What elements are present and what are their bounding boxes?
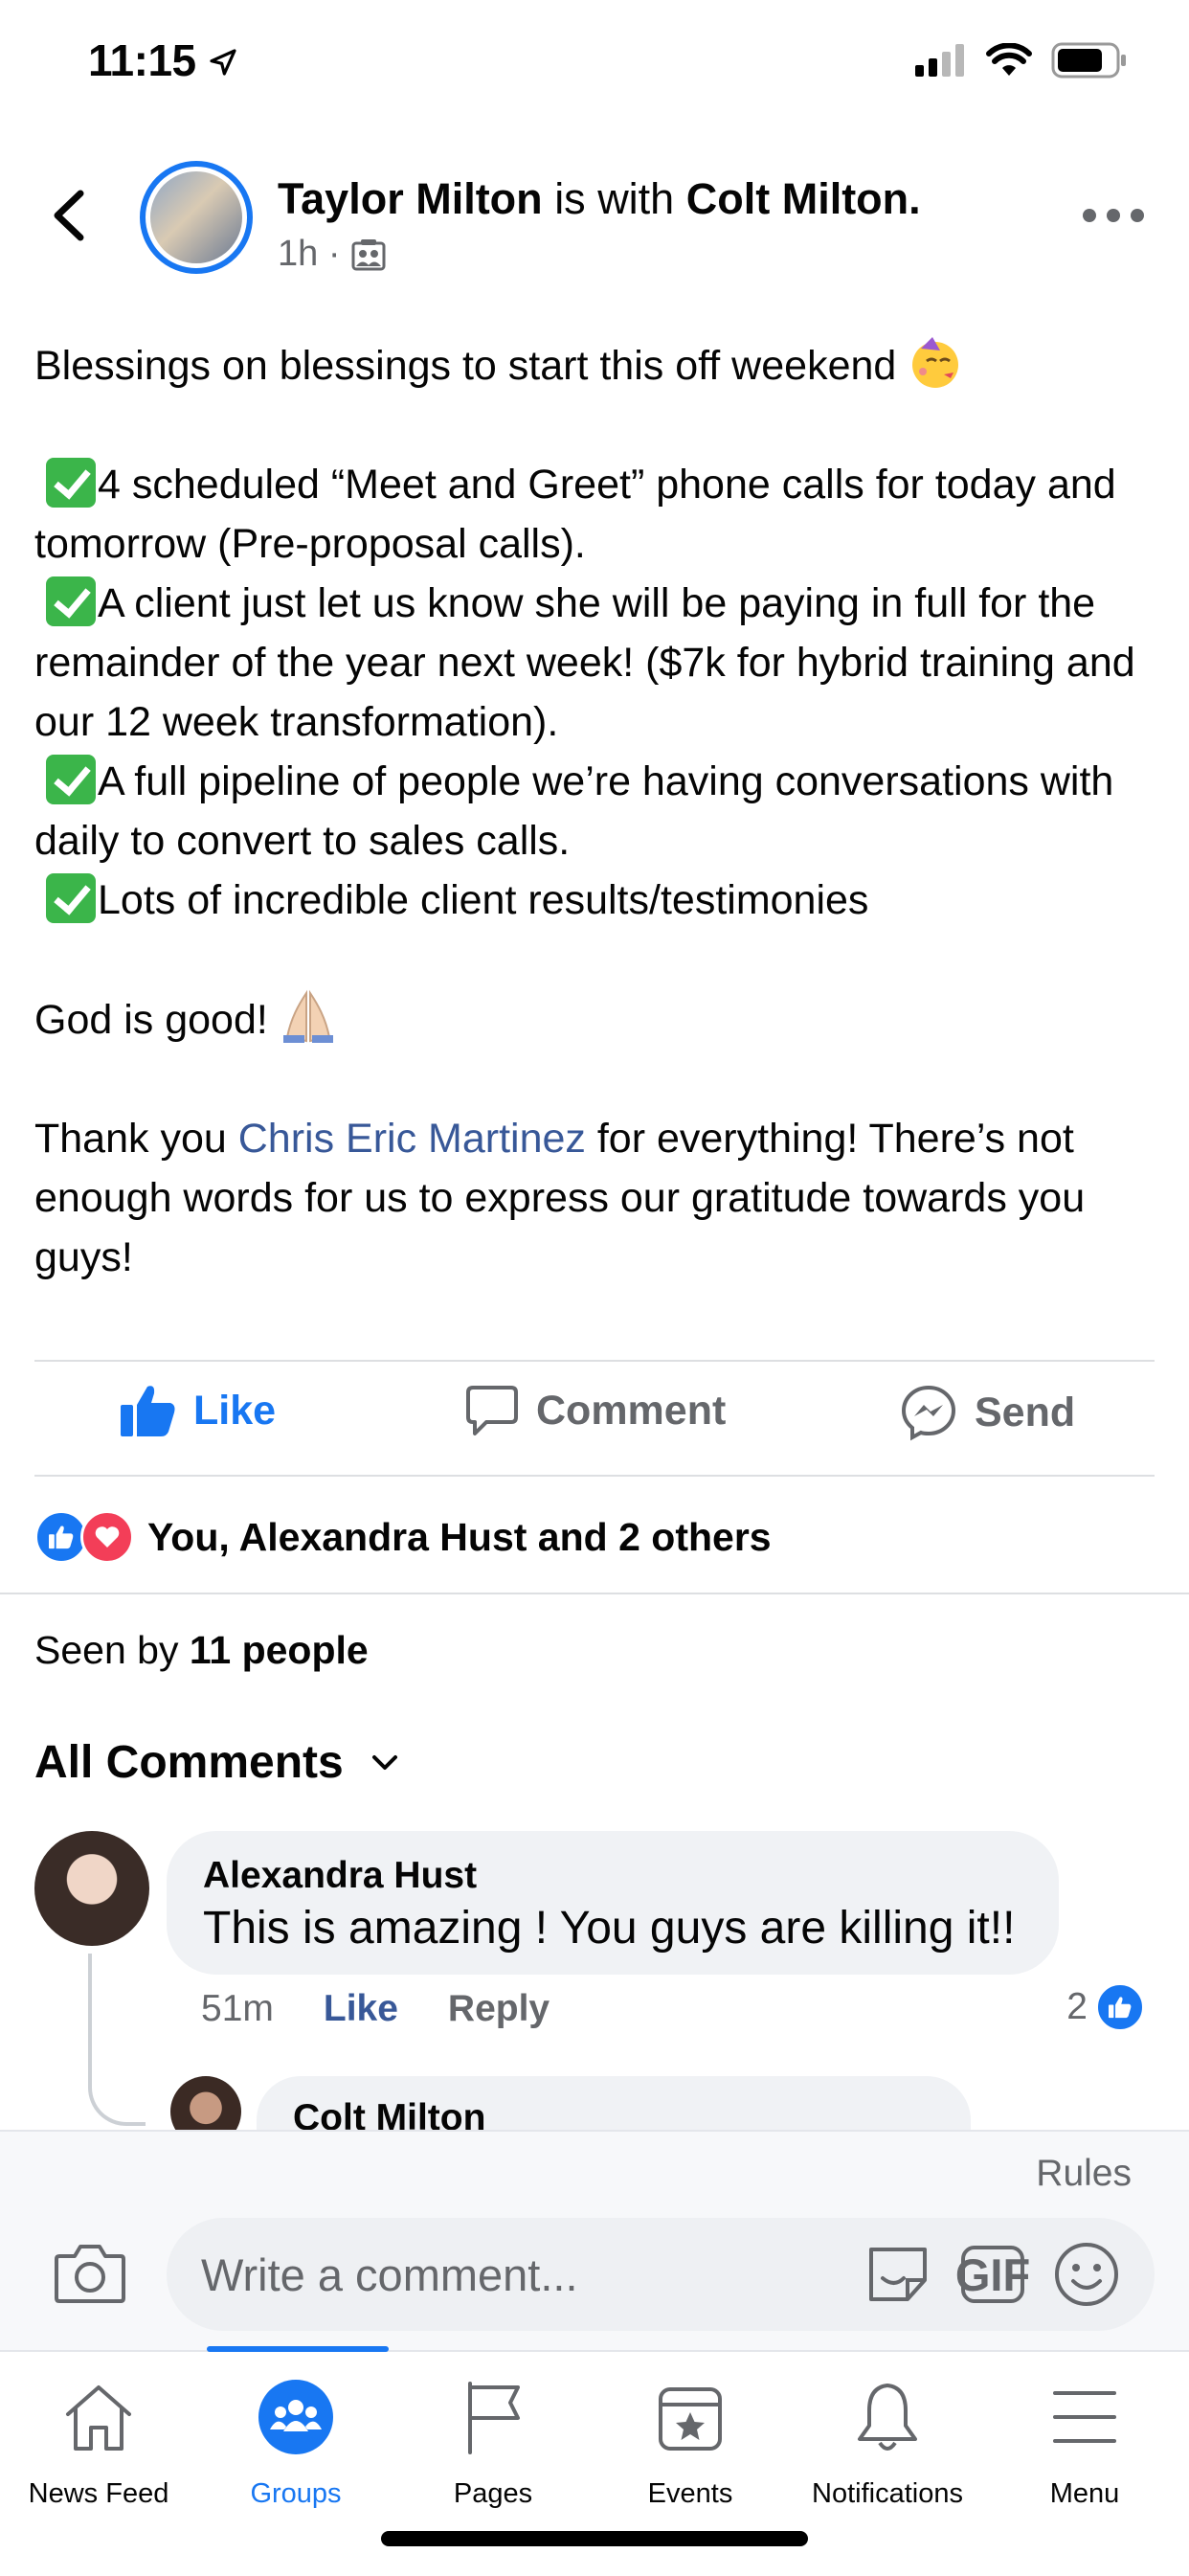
post-meta: 1h · [278,234,386,275]
tab-label: Events [647,2478,733,2509]
comment-bubble-icon [466,1386,518,1435]
tab-pages[interactable]: Pages [394,2373,592,2510]
author-avatar[interactable] [140,161,253,274]
location-arrow-icon [210,49,236,76]
like-reaction-icon [1095,1982,1145,2032]
checklist-item: A client just let us know she will be pa… [34,574,1159,752]
home-icon [66,2385,131,2451]
group-privacy-icon [351,238,386,270]
commenter-name[interactable]: Alexandra Hust [203,1852,1022,1900]
thumbs-up-icon [121,1386,175,1436]
status-time: 11:15 [88,34,238,86]
comment-text: This is amazing ! You guys are killing i… [203,1903,1016,1954]
wifi-icon [986,43,1032,76]
tab-label: Menu [1049,2478,1120,2509]
more-options-icon[interactable] [1080,201,1147,230]
thanks-text: Thank you Chris Eric Martinez for everyt… [34,1116,1086,1280]
messenger-icon [901,1385,956,1441]
tab-menu[interactable]: Menu [986,2373,1183,2510]
god-line: God is good! [34,989,1159,1050]
bell-icon [858,2384,917,2451]
like-button[interactable]: Like [121,1384,276,1437]
tab-label: Pages [453,2478,533,2509]
comment-reply-button[interactable]: Reply [448,1988,550,2030]
tab-events[interactable]: Events [592,2373,789,2510]
tab-label: Notifications [812,2478,963,2509]
comment-input-placeholder: Write a comment... [201,2248,578,2300]
emoji-icon[interactable] [1053,2241,1120,2308]
gif-button[interactable]: GIF [955,2246,1030,2303]
groups-icon [258,2380,333,2454]
reactions-text: You, Alexandra Hust and 2 others [147,1514,772,1559]
status-icons [915,42,1128,79]
comment-bubble[interactable]: Alexandra Hust This is amazing ! You guy… [167,1831,1059,1975]
author-name[interactable]: Taylor Milton [278,174,543,223]
check-mark-icon [46,576,96,626]
reactions-summary[interactable]: You, Alexandra Hust and 2 others [34,1510,772,1564]
checklist-item: 4 scheduled “Meet and Greet” phone calls… [34,455,1159,574]
divider [34,1360,1155,1362]
seen-by[interactable]: Seen by 11 people [34,1628,369,1673]
post-body: Blessings on blessings to start this off… [34,335,1159,1287]
calendar-star-icon [659,2387,722,2451]
post-intro: Blessings on blessings to start this off… [34,335,1159,395]
check-mark-icon [46,873,96,923]
signal-icon [915,44,964,77]
tab-news-feed[interactable]: News Feed [0,2373,197,2510]
commenter-avatar[interactable] [34,1831,149,1946]
divider [34,1475,1155,1477]
comment-input[interactable]: Write a comment... GIF [167,2218,1155,2331]
tab-groups[interactable]: Groups [197,2373,394,2510]
love-reaction-icon [80,1510,134,1564]
tab-notifications[interactable]: Notifications [789,2373,986,2510]
rules-link[interactable]: Rules [1036,2153,1132,2195]
post-header-title: Taylor Milton is with Colt Milton. [278,172,921,226]
battery-icon [1051,42,1126,79]
check-mark-icon [46,755,96,804]
divider [0,1593,1189,1594]
flag-icon [468,2382,520,2454]
comment-time: 51m [201,1988,274,2029]
comments-filter-dropdown[interactable]: All Comments [34,1736,399,1789]
camera-icon[interactable] [54,2241,126,2304]
check-mark-icon [46,458,96,508]
with-text: is with [554,174,675,223]
checklist-item: Lots of incredible client results/testim… [34,870,1159,930]
tagged-name[interactable]: Colt Milton. [686,174,921,223]
comment-like-button[interactable]: Like [324,1988,398,2030]
active-tab-indicator [207,2346,389,2352]
comment-meta: 51m Like Reply [201,1988,550,2030]
chevron-down-icon [371,1754,397,1770]
comment-button[interactable]: Comment [465,1384,726,1437]
thread-line [88,1954,146,2126]
sticker-icon[interactable] [864,2240,932,2309]
post-time[interactable]: 1h · [278,234,340,275]
checklist-item: A full pipeline of people we’re having c… [34,752,1159,870]
partying-face-emoji-icon [912,337,959,388]
folded-hands-emoji-icon [282,989,333,1043]
send-button[interactable]: Send [900,1384,1075,1441]
tab-label: Groups [250,2478,342,2509]
comment-reaction-count[interactable]: 2 [1066,1982,1145,2032]
tab-label: News Feed [28,2478,169,2509]
hamburger-menu-icon [1053,2391,1116,2443]
home-indicator [381,2531,808,2546]
mention-link[interactable]: Chris Eric Martinez [238,1116,586,1162]
back-arrow-icon[interactable] [42,182,96,249]
